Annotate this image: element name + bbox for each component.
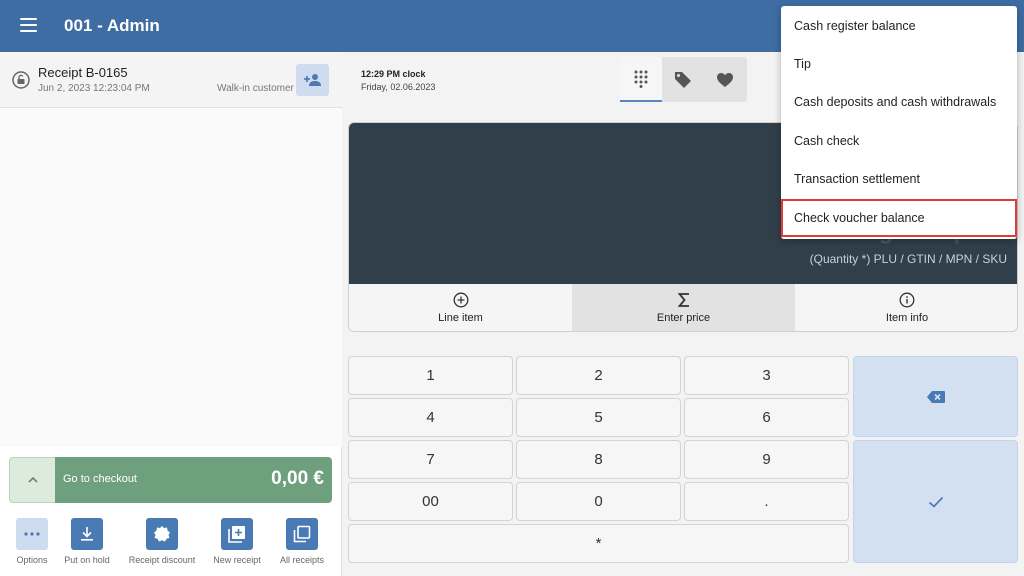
add-customer-button[interactable] [296, 64, 329, 96]
entry-mode-tabs: Line item Enter price Item info [349, 284, 1017, 331]
tag-icon [675, 71, 691, 88]
menu-item-check-voucher-balance[interactable]: Check voucher balance [781, 199, 1017, 237]
backspace-icon [926, 390, 945, 403]
menu-item-tip[interactable]: Tip [781, 45, 1017, 83]
all-receipts-button[interactable]: All receipts [262, 514, 342, 574]
options-menu: Cash register balance Tip Cash deposits … [781, 6, 1017, 239]
checkout-label: Go to checkout [63, 473, 137, 485]
discount-badge-icon [146, 518, 178, 550]
options-label: Options [16, 555, 48, 565]
key-00[interactable]: 00 [348, 482, 513, 521]
key-1[interactable]: 1 [348, 356, 513, 395]
tab-enter-price-label: Enter price [656, 312, 711, 324]
key-0[interactable]: 0 [516, 482, 681, 521]
new-receipt-label: New receipt [213, 555, 261, 565]
key-2[interactable]: 2 [516, 356, 681, 395]
receipts-stack-icon [286, 518, 318, 550]
key-4[interactable]: 4 [348, 398, 513, 437]
chevron-up-icon [27, 476, 38, 483]
key-3[interactable]: 3 [684, 356, 849, 395]
menu-icon[interactable] [20, 18, 37, 32]
receipt-items-list [0, 109, 342, 447]
display-hint: (Quantity *) PLU / GTIN / MPN / SKU [809, 252, 1007, 266]
key-6[interactable]: 6 [684, 398, 849, 437]
customer-label: Walk-in customer [217, 83, 294, 94]
tab-line-item[interactable]: Line item [349, 284, 572, 331]
menu-item-cash-register-balance[interactable]: Cash register balance [781, 7, 1017, 45]
tags-mode-button[interactable] [662, 57, 704, 102]
tab-item-info-label: Item info [885, 312, 929, 324]
menu-item-transaction-settlement[interactable]: Transaction settlement [781, 160, 1017, 198]
key-decimal[interactable]: . [684, 482, 849, 521]
put-on-hold-button[interactable]: Put on hold [47, 514, 127, 574]
tab-enter-price[interactable]: Enter price [572, 284, 795, 331]
info-icon [899, 292, 915, 308]
receipt-panel: Receipt B-0165 Jun 2, 2023 12:23:04 PM W… [0, 52, 342, 576]
numeric-keypad: 1 2 3 4 5 6 7 8 9 00 0 . * [348, 356, 1018, 564]
sigma-icon [677, 293, 689, 307]
key-7[interactable]: 7 [348, 440, 513, 479]
tab-item-info[interactable]: Item info [795, 284, 1017, 331]
keypad-mode-button[interactable] [620, 57, 662, 102]
backspace-button[interactable] [853, 356, 1018, 437]
clock-date: Friday, 02.06.2023 [361, 82, 436, 92]
confirm-button[interactable] [853, 440, 1018, 563]
add-person-icon [303, 74, 321, 86]
checkout-bar: Go to checkout 0,00 € [9, 457, 332, 503]
add-circle-icon [453, 292, 468, 308]
receipt-discount-button[interactable]: Receipt discount [122, 514, 202, 574]
menu-item-cash-deposits-withdrawals[interactable]: Cash deposits and cash withdrawals [781, 83, 1017, 121]
key-9[interactable]: 9 [684, 440, 849, 479]
receipt-date: Jun 2, 2023 12:23:04 PM [38, 83, 150, 94]
key-8[interactable]: 8 [516, 440, 681, 479]
more-horizontal-icon [16, 518, 48, 550]
unlock-icon[interactable] [12, 71, 30, 89]
receipt-discount-label: Receipt discount [128, 555, 196, 565]
checkout-button[interactable]: Go to checkout 0,00 € [55, 457, 332, 503]
put-on-hold-label: Put on hold [64, 555, 110, 565]
heart-icon [717, 72, 733, 87]
clock-time: 12:29 PM clock [361, 69, 426, 79]
add-receipt-icon [221, 518, 253, 550]
key-5[interactable]: 5 [516, 398, 681, 437]
receipt-actions: Options Put on hold Receipt discount New… [0, 514, 342, 576]
key-multiply[interactable]: * [348, 524, 849, 563]
download-icon [71, 518, 103, 550]
receipt-header: Receipt B-0165 Jun 2, 2023 12:23:04 PM W… [0, 52, 342, 108]
expand-button[interactable] [9, 457, 56, 503]
dialpad-icon [634, 70, 648, 88]
app-title: 001 - Admin [64, 16, 160, 35]
all-receipts-label: All receipts [279, 555, 324, 565]
check-icon [928, 496, 943, 508]
menu-item-cash-check[interactable]: Cash check [781, 122, 1017, 160]
favorites-mode-button[interactable] [704, 57, 746, 102]
receipt-title: Receipt B-0165 [38, 65, 128, 80]
mode-switch [620, 57, 747, 102]
tab-line-item-label: Line item [438, 312, 483, 324]
checkout-amount: 0,00 € [271, 468, 324, 489]
